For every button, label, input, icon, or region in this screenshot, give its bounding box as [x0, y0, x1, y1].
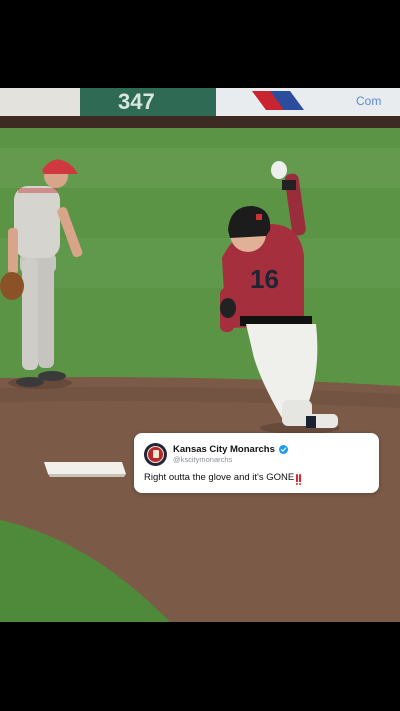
name-row: Kansas City Monarchs: [173, 444, 288, 455]
video-still: 16 347 Com: [0, 88, 400, 622]
video-player[interactable]: 16 347 Com: [0, 88, 400, 622]
kc-monarchs-logo-avatar[interactable]: [144, 442, 167, 466]
author-display-name[interactable]: Kansas City Monarchs: [173, 444, 275, 455]
logo-badge: [147, 445, 164, 463]
tweet-author: Kansas City Monarchs @kscitymonarchs: [173, 444, 288, 465]
verified-badge-icon: [278, 444, 288, 454]
video-frame: 16 347 Com Kansas City Monarchs @kscitym…: [0, 0, 400, 711]
outfield-wall-number: 347: [118, 89, 155, 114]
double-exclamation-icon: [295, 474, 302, 485]
outfield-wall-sign: Com: [356, 94, 381, 108]
author-handle[interactable]: @kscitymonarchs: [173, 455, 288, 465]
tweet-text: Right outta the glove and it's GONE: [144, 472, 295, 483]
logo-mark: [152, 450, 159, 458]
tweet-card[interactable]: Kansas City Monarchs @kscitymonarchs Rig…: [134, 433, 379, 493]
tweet-header: Kansas City Monarchs @kscitymonarchs: [144, 442, 369, 466]
tweet-body: Right outta the glove and it's GONE: [144, 472, 369, 485]
jersey-number: 16: [250, 264, 279, 294]
